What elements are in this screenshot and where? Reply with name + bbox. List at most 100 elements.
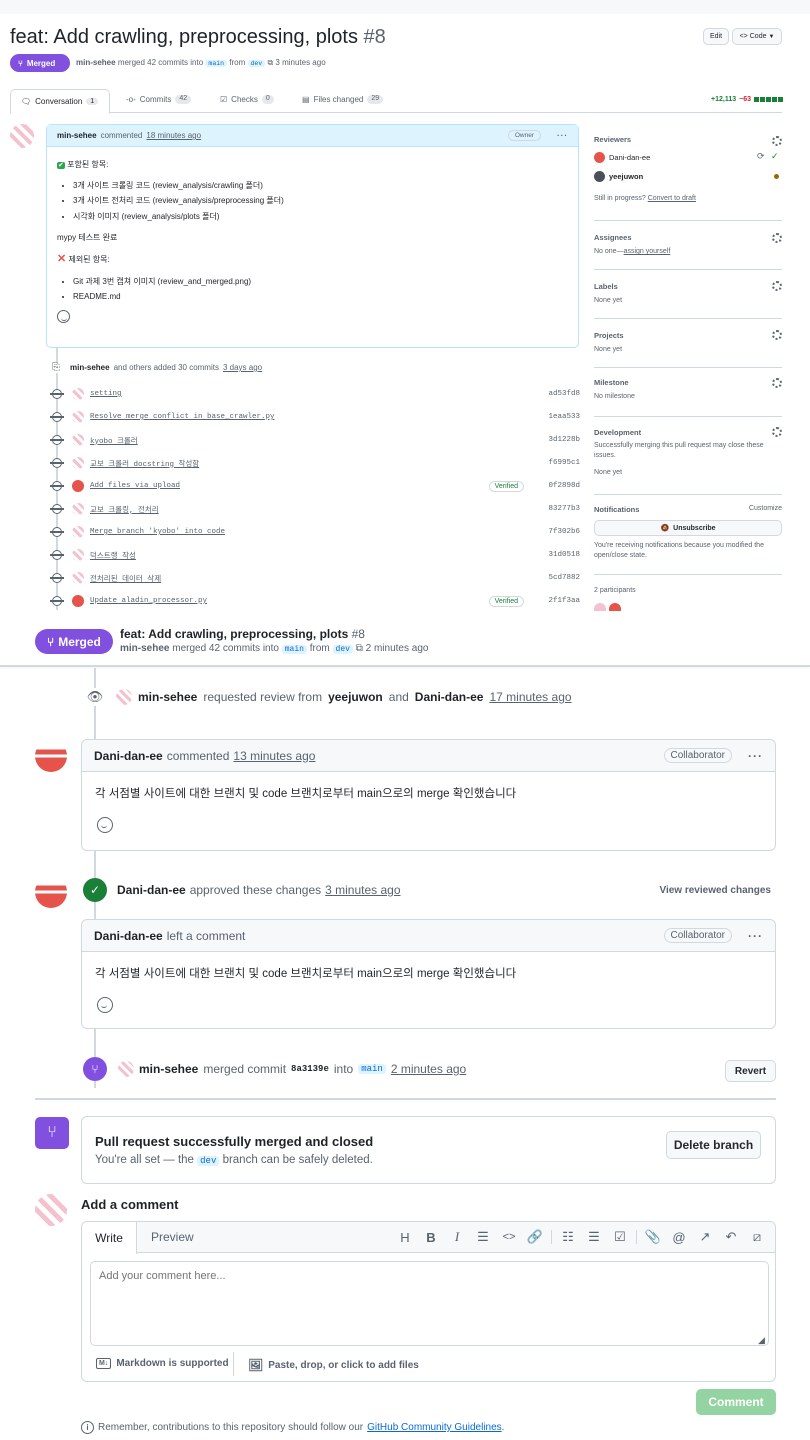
comment-author[interactable]: min-sehee	[57, 131, 97, 140]
verified-badge[interactable]: Verified	[488, 595, 524, 607]
base-branch[interactable]: main	[205, 60, 228, 67]
commit-sha-link[interactable]: 7f302b6	[540, 528, 580, 536]
event-time[interactable]: 2 minutes ago	[391, 1062, 466, 1076]
delete-branch-button[interactable]: Delete branch	[666, 1131, 761, 1159]
cross-reference-icon[interactable]: ↗	[695, 1229, 715, 1245]
numbered-list-icon[interactable]: ☷	[558, 1229, 578, 1245]
commit-message-link[interactable]: kyobo 크롤러	[90, 435, 540, 446]
commit-sha-link[interactable]: 1eaa533	[540, 413, 580, 421]
quote-icon[interactable]: ☰	[473, 1229, 493, 1245]
labels-gear-icon[interactable]	[772, 281, 782, 291]
smiley-reaction-icon[interactable]	[97, 997, 113, 1013]
verified-badge[interactable]: Verified	[488, 480, 524, 492]
tab-conversation[interactable]: 🗨 Conversation 1	[10, 89, 110, 114]
projects-gear-icon[interactable]	[772, 330, 782, 340]
milestone-gear-icon[interactable]	[772, 378, 782, 388]
comment-author[interactable]: Dani-dan-ee	[94, 749, 163, 763]
commit-author-avatar[interactable]	[72, 595, 84, 607]
avatar[interactable]	[594, 603, 606, 611]
commit-author-avatar[interactable]	[72, 411, 84, 423]
tab-write[interactable]: Write	[82, 1221, 137, 1254]
commit-sha-link[interactable]: f6995c1	[540, 459, 580, 467]
commit-author-avatar[interactable]	[72, 434, 84, 446]
event-time[interactable]: 17 minutes ago	[489, 690, 571, 704]
commit-message-link[interactable]: Merge branch 'kyobo' into code	[90, 528, 540, 536]
commit-message-link[interactable]: 교보 크롤러 docstring 작성함	[90, 458, 540, 469]
comment-author[interactable]: Dani-dan-ee	[94, 929, 163, 943]
comment-time[interactable]: 13 minutes ago	[233, 749, 315, 763]
unsubscribe-button[interactable]: 🔕 Unsubscribe	[594, 520, 782, 536]
tab-commits[interactable]: -o- Commits 42	[126, 95, 192, 104]
head-branch[interactable]: dev	[197, 1156, 220, 1166]
slash-command-icon[interactable]: ⧄	[747, 1229, 767, 1245]
reviewers-gear-icon[interactable]	[772, 136, 782, 146]
commit-message-link[interactable]: Resolve merge conflict in base_crawler.p…	[90, 413, 540, 421]
task-list-icon[interactable]: ☑	[610, 1229, 630, 1245]
assign-yourself-link[interactable]: assign yourself	[624, 248, 671, 255]
comment-textarea[interactable]	[90, 1261, 769, 1346]
commit-author-avatar[interactable]	[72, 457, 84, 469]
commit-author-avatar[interactable]	[72, 572, 84, 584]
commit-message-link[interactable]: Add files via upload	[90, 482, 489, 490]
commit-sha-link[interactable]: 31d0518	[540, 551, 580, 559]
commit-message-link[interactable]: 교보 크롤링, 전처리	[90, 504, 540, 515]
view-reviewed-changes-link[interactable]: View reviewed changes	[659, 885, 771, 896]
commit-message-link[interactable]: 덕스트랭 작성	[90, 550, 540, 561]
mention-icon[interactable]: @	[669, 1230, 689, 1245]
assignees-gear-icon[interactable]	[772, 233, 782, 243]
smiley-reaction-icon[interactable]	[97, 817, 113, 833]
code-icon[interactable]: <>	[499, 1231, 519, 1243]
customize-link[interactable]: Customize	[749, 505, 782, 514]
commit-author-avatar[interactable]	[72, 480, 84, 492]
kebab-menu-icon[interactable]: ···	[748, 749, 763, 763]
reply-icon[interactable]: ↶	[721, 1229, 741, 1245]
commit-sha-link[interactable]: 83277b3	[540, 505, 580, 513]
reviewer-yeejuwon[interactable]: yeejuwon	[609, 172, 643, 181]
italic-icon[interactable]: I	[447, 1229, 467, 1245]
commit-message-link[interactable]: setting	[90, 390, 540, 398]
heading-icon[interactable]: H	[395, 1230, 415, 1245]
paperclip-icon[interactable]: 📎	[643, 1229, 663, 1245]
guidelines-link[interactable]: GitHub Community Guidelines	[367, 1422, 502, 1433]
attach-files[interactable]: 🖼 Paste, drop, or click to add files	[248, 1358, 419, 1372]
head-branch[interactable]: dev	[332, 645, 353, 654]
commit-author-avatar[interactable]	[72, 526, 84, 538]
avatar[interactable]	[609, 603, 621, 611]
comment-time[interactable]: 18 minutes ago	[146, 131, 201, 140]
tab-checks[interactable]: ☑ Checks 0	[220, 95, 274, 104]
commit-author-avatar[interactable]	[72, 388, 84, 400]
development-gear-icon[interactable]	[772, 427, 782, 437]
commit-sha-link[interactable]: 0f2898d	[540, 482, 580, 490]
commit-sha-link[interactable]: ad53fd8	[540, 390, 580, 398]
tab-files-changed[interactable]: ▤ Files changed 29	[302, 95, 384, 104]
avatar-min-sehee[interactable]	[118, 1061, 134, 1077]
commit-sha-link[interactable]: 2f1f3aa	[540, 597, 580, 605]
commits-author[interactable]: min-sehee	[70, 363, 110, 372]
bold-icon[interactable]: B	[421, 1230, 441, 1245]
commit-message-link[interactable]: 전처리된 데이터 삭제	[90, 573, 540, 584]
avatar-min-sehee[interactable]	[10, 124, 34, 148]
event-time[interactable]: 3 minutes ago	[325, 883, 400, 897]
reviewer-link[interactable]: yeejuwon	[328, 690, 383, 704]
resize-handle-icon[interactable]: ◢	[758, 1335, 765, 1346]
smiley-reaction-icon[interactable]	[57, 310, 70, 324]
kebab-menu-icon[interactable]: ···	[557, 131, 568, 140]
author-link[interactable]: min-sehee	[120, 643, 169, 654]
code-button[interactable]: <> Code ▼	[732, 28, 782, 45]
commit-author-avatar[interactable]	[72, 503, 84, 515]
commit-author-avatar[interactable]	[72, 549, 84, 561]
convert-to-draft-link[interactable]: Convert to draft	[648, 195, 696, 202]
markdown-supported[interactable]: M↓ Markdown is supported	[96, 1358, 229, 1369]
kebab-menu-icon[interactable]: ···	[748, 929, 763, 943]
unordered-list-icon[interactable]: ☰	[584, 1229, 604, 1245]
avatar-min-sehee[interactable]	[116, 689, 132, 705]
tab-preview[interactable]: Preview	[151, 1230, 194, 1244]
re-request-icon[interactable]: ⟳	[757, 151, 765, 162]
base-branch[interactable]: main	[281, 645, 307, 654]
avatar-dani[interactable]	[35, 740, 67, 772]
commit-message-link[interactable]: Update aladin_processor.py	[90, 597, 489, 605]
base-branch[interactable]: main	[358, 1064, 386, 1074]
revert-button[interactable]: Revert	[725, 1060, 776, 1082]
author-link[interactable]: min-sehee	[76, 58, 116, 67]
commit-sha-link[interactable]: 3d1228b	[540, 436, 580, 444]
